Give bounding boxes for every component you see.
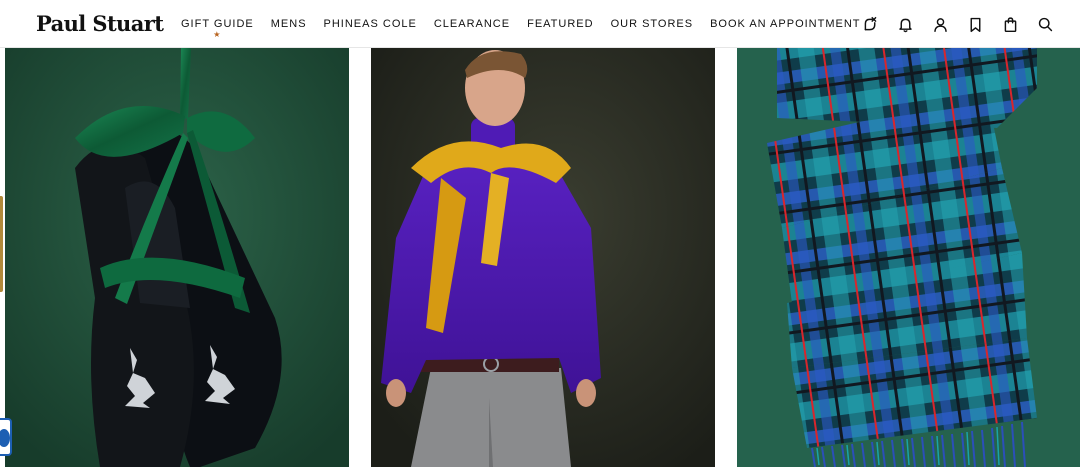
star-icon: ★ (213, 30, 222, 39)
product-tile-sweater[interactable] (371, 48, 715, 467)
nav-gift-guide[interactable]: GIFT GUIDE ★ (181, 17, 254, 39)
nav-mens[interactable]: MENS (271, 17, 307, 31)
bookmark-icon[interactable] (966, 15, 984, 33)
brand-logo[interactable]: Paul Stuart (36, 12, 164, 36)
bag-icon[interactable] (1001, 15, 1019, 33)
site-header: Paul Stuart GIFT GUIDE ★ MENS PHINEAS CO… (0, 0, 1080, 48)
chat-widget-icon[interactable] (0, 418, 12, 456)
slippers-image (5, 48, 349, 467)
account-icon[interactable] (931, 15, 949, 33)
chat-dot (0, 429, 10, 447)
product-tile-slippers[interactable] (5, 48, 349, 467)
appointment-icon[interactable] (861, 15, 879, 33)
nav-phineas-cole[interactable]: PHINEAS COLE (324, 17, 417, 31)
search-icon[interactable] (1036, 15, 1054, 33)
bell-icon[interactable] (896, 15, 914, 33)
plaid-scarf-image (737, 48, 1080, 467)
main-nav: GIFT GUIDE ★ MENS PHINEAS COLE CLEARANCE… (181, 0, 878, 48)
sweater-model-image (371, 48, 715, 467)
nav-clearance[interactable]: CLEARANCE (434, 17, 510, 31)
nav-featured[interactable]: FEATURED (527, 17, 593, 31)
side-tab-handle[interactable] (0, 196, 3, 292)
nav-label: GIFT GUIDE (181, 18, 254, 30)
nav-book-appointment[interactable]: BOOK AN APPOINTMENT (710, 17, 860, 31)
nav-our-stores[interactable]: OUR STORES (611, 17, 694, 31)
product-tile-scarf[interactable] (737, 48, 1080, 467)
header-icons (861, 0, 1054, 48)
